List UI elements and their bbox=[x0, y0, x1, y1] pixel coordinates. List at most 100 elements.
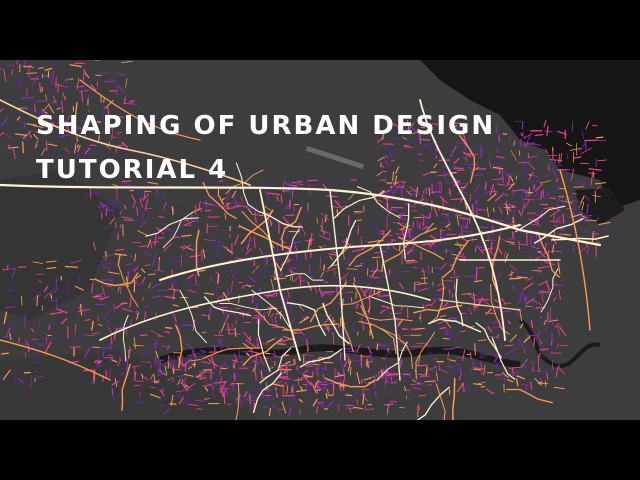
street-segment bbox=[323, 264, 326, 272]
street-segment bbox=[321, 367, 324, 377]
street-segment bbox=[459, 330, 466, 333]
street-segment bbox=[443, 347, 456, 350]
street-segment bbox=[454, 244, 466, 246]
street-segment bbox=[528, 134, 531, 140]
street-segment bbox=[107, 354, 113, 356]
street-segment bbox=[390, 239, 397, 241]
street-segment bbox=[509, 243, 516, 246]
street-segment bbox=[412, 192, 419, 195]
street-segment bbox=[594, 188, 596, 196]
street-segment bbox=[48, 299, 59, 302]
street-segment bbox=[90, 382, 97, 384]
street-segment bbox=[339, 351, 342, 360]
street-segment bbox=[334, 368, 336, 379]
street-segment bbox=[249, 335, 251, 341]
street-segment bbox=[92, 372, 95, 380]
street-segment bbox=[490, 241, 493, 254]
street-segment bbox=[182, 398, 185, 406]
street-segment bbox=[595, 136, 604, 139]
street-segment bbox=[64, 265, 78, 268]
street-segment bbox=[523, 357, 526, 365]
street-segment bbox=[391, 341, 401, 344]
street-segment bbox=[281, 363, 289, 366]
street-segment bbox=[280, 195, 283, 204]
street-segment bbox=[427, 264, 430, 275]
street-segment bbox=[196, 352, 205, 355]
street-segment bbox=[194, 204, 197, 215]
street-segment bbox=[155, 338, 157, 345]
street-segment bbox=[89, 278, 95, 281]
street-segment bbox=[367, 403, 373, 406]
street-segment bbox=[112, 213, 115, 219]
street-segment bbox=[442, 337, 451, 340]
street-segment bbox=[41, 86, 43, 92]
street-segment bbox=[275, 204, 281, 207]
street-segment bbox=[129, 100, 135, 103]
street-segment bbox=[263, 256, 265, 262]
street-segment bbox=[526, 212, 536, 214]
street-segment bbox=[128, 349, 130, 359]
street-segment bbox=[41, 305, 43, 311]
street-segment bbox=[249, 404, 252, 410]
street-segment bbox=[62, 92, 64, 97]
street-segment bbox=[22, 141, 24, 154]
street-segment bbox=[103, 98, 105, 103]
street-segment bbox=[144, 264, 151, 267]
street-segment bbox=[380, 230, 385, 232]
street-segment bbox=[127, 271, 129, 282]
street-segment bbox=[367, 267, 369, 276]
street-segment bbox=[402, 373, 411, 376]
street-segment bbox=[322, 291, 335, 294]
street-segment bbox=[585, 214, 593, 217]
street-segment bbox=[68, 301, 70, 308]
street-segment bbox=[400, 218, 407, 221]
street-segment bbox=[388, 268, 391, 276]
street-segment bbox=[157, 335, 164, 337]
street-segment bbox=[277, 220, 280, 234]
street-segment bbox=[242, 239, 253, 243]
street-segment bbox=[233, 372, 236, 381]
street-segment bbox=[448, 288, 451, 295]
street-segment bbox=[172, 367, 175, 374]
street-segment bbox=[447, 228, 452, 230]
street-segment bbox=[554, 246, 565, 249]
street-segment bbox=[422, 218, 425, 227]
street-segment bbox=[191, 363, 197, 366]
street-segment bbox=[325, 392, 328, 399]
street-segment bbox=[124, 95, 126, 101]
street-segment bbox=[126, 263, 133, 266]
street-segment bbox=[450, 198, 463, 201]
street-segment bbox=[433, 241, 436, 255]
title-overlay: SHAPING OF URBAN DESIGN TUTORIAL 4 bbox=[36, 104, 495, 192]
street-segment bbox=[426, 213, 429, 224]
street-segment bbox=[379, 344, 386, 347]
street-segment bbox=[450, 336, 456, 338]
letterbox-top bbox=[0, 0, 640, 60]
street-segment bbox=[311, 371, 314, 378]
street-segment bbox=[171, 269, 173, 277]
street-segment bbox=[286, 255, 289, 263]
street-segment bbox=[297, 376, 300, 386]
street-segment bbox=[573, 182, 587, 184]
street-segment bbox=[322, 274, 325, 288]
street-segment bbox=[105, 251, 107, 258]
street-segment bbox=[113, 303, 116, 312]
street-segment bbox=[38, 67, 45, 69]
street-segment bbox=[376, 342, 379, 351]
street-segment bbox=[294, 358, 297, 365]
street-segment bbox=[93, 239, 96, 251]
street-segment bbox=[96, 265, 99, 271]
street-segment bbox=[471, 204, 475, 215]
street-segment bbox=[374, 391, 377, 398]
street-segment bbox=[106, 225, 115, 228]
street-segment bbox=[563, 234, 572, 236]
street-segment bbox=[247, 207, 254, 210]
street-segment bbox=[234, 307, 242, 310]
street-segment bbox=[479, 356, 485, 359]
street-segment bbox=[582, 183, 585, 189]
street-segment bbox=[253, 259, 256, 267]
street-segment bbox=[461, 231, 470, 233]
street-segment bbox=[308, 264, 311, 275]
street-segment bbox=[475, 199, 477, 204]
street-segment bbox=[506, 237, 516, 240]
